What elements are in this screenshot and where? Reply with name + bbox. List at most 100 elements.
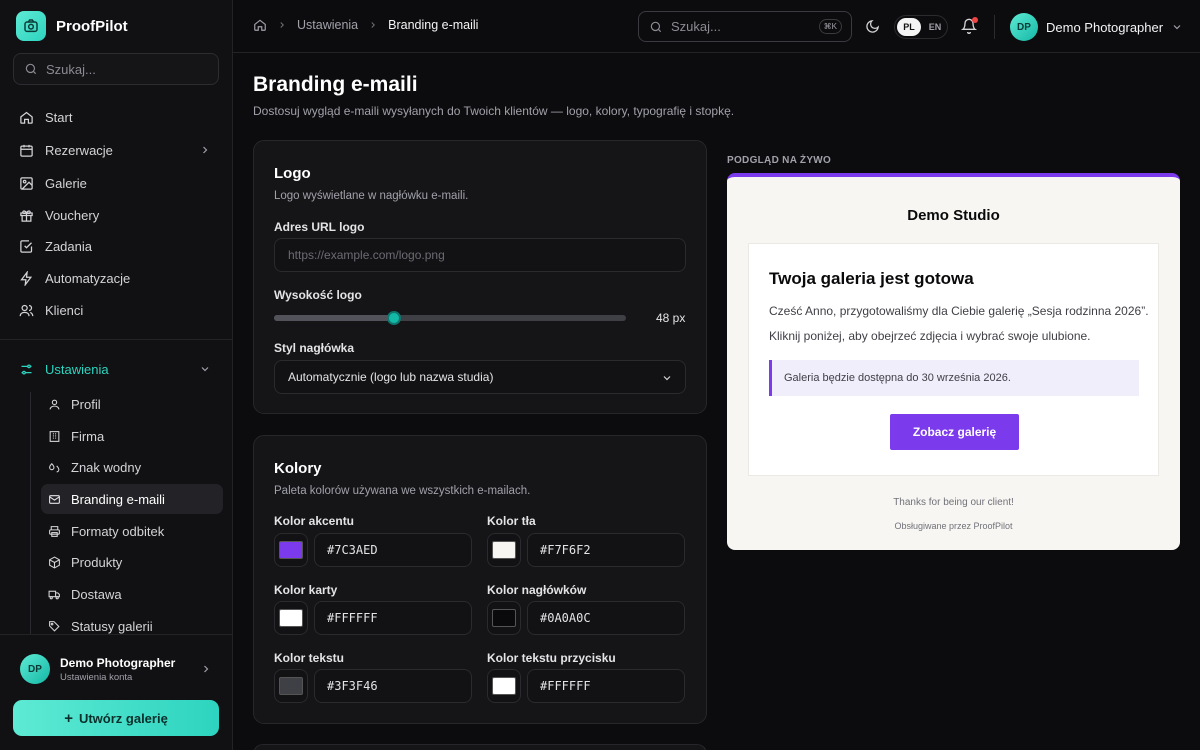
building-icon [49,430,60,442]
home-icon [20,111,33,124]
color-swatch [492,609,516,627]
color-label: Kolor akcentu [274,514,355,528]
sidebar-item-label: Rezerwacje [45,142,113,158]
color-hex-input-text[interactable]: #3F3F46 [314,669,472,703]
preview-studio-name: Demo Studio [907,207,1000,224]
header-style-select[interactable]: Automatycznie (logo lub nazwa studia) [274,360,686,394]
sidebar-subitem-produkty[interactable]: Produkty [41,547,223,577]
sidebar-item-galerie[interactable]: Galerie [13,169,219,197]
sliders-icon [21,364,32,374]
sidebar-item-vouchery[interactable]: Vouchery [13,201,219,229]
topbar: Ustawienia Branding e-maili Szukaj... ⌘K… [233,0,1200,53]
preview-heading: Twoja galeria jest gotowa [769,269,974,288]
logo-height-slider[interactable] [274,311,626,325]
color-hex-input-background[interactable]: #F7F6F2 [527,533,685,567]
sidebar-item-start[interactable]: Start [13,103,219,131]
moon-icon[interactable] [865,19,880,34]
page-subtitle: Dostosuj wygląd e-maili wysyłanych do Tw… [253,104,735,118]
sidebar-item-rezerwacje[interactable]: Rezerwacje [13,136,219,164]
preview-paragraph-1: Cześć Anno, przygotowaliśmy dla Ciebie g… [769,304,1149,318]
color-hex-input-accent[interactable]: #7C3AED [314,533,472,567]
sidebar-subitem-dostawa[interactable]: Dostawa [41,579,223,609]
lang-pl[interactable]: PL [897,18,921,36]
logo-url-placeholder: https://example.com/logo.png [288,248,445,262]
notifications-button[interactable] [960,17,978,39]
user-icon [49,399,60,409]
truck-icon [48,590,60,599]
breadcrumb-current: Branding e-maili [388,18,479,32]
subitem-label: Firma [71,428,105,444]
logo-height-value: 48 px [656,311,686,325]
subitem-label: Profil [71,396,101,412]
color-picker-accent[interactable] [274,533,308,567]
color-picker-card[interactable] [274,601,308,635]
create-gallery-button[interactable]: + Utwórz galerię [13,700,219,736]
header-style-value: Automatycznie (logo lub nazwa studia) [288,370,494,384]
preview-footer-powered: Obsługiwane przez ProofPilot [894,521,1013,531]
sidebar-item-klienci[interactable]: Klienci [13,296,219,324]
color-picker-text[interactable] [274,669,308,703]
sidebar-user-menu[interactable]: DP Demo Photographer Ustawienia konta [0,634,233,694]
language-switcher[interactable]: PL EN [894,15,948,39]
sidebar-subitem-branding-emaili[interactable]: Branding e-maili [41,484,223,514]
sidebar-item-label: Zadania [45,238,92,254]
zap-icon [20,270,33,286]
sidebar-subitem-znak-wodny[interactable]: Znak wodny [41,452,223,482]
tag-icon [49,620,60,632]
subitem-label: Branding e-maili [71,491,165,507]
color-hex-input-headings[interactable]: #0A0A0C [527,601,685,635]
notification-dot [972,17,978,23]
create-gallery-label: Utwórz galerię [78,710,168,726]
sidebar-user-name: Demo Photographer [60,656,176,670]
color-label: Kolor tekstu [274,651,345,665]
sidebar-item-zadania[interactable]: Zadania [13,232,219,260]
sidebar-item-label: Vouchery [45,207,100,223]
brand[interactable]: ProofPilot [16,11,128,41]
mail-icon [49,494,60,504]
header-style-label: Styl nagłówka [274,341,355,355]
color-hex-input-card[interactable]: #FFFFFF [314,601,472,635]
preview-footer-thanks: Thanks for being our client! [893,497,1014,508]
sidebar-search-input[interactable]: Szukaj... [13,53,219,85]
top-search-input[interactable]: Szukaj... ⌘K [638,11,852,42]
slider-thumb[interactable] [387,311,401,325]
preview-paragraph-2: Kliknij poniżej, aby obejrzeć zdjęcia i … [769,329,1091,343]
breadcrumb-ustawienia[interactable]: Ustawienia [297,18,358,32]
color-swatch [492,677,516,695]
live-preview-label: PODGLĄD NA ŻYWO [727,155,832,166]
avatar: DP [1010,13,1038,41]
next-card-edge [253,744,707,750]
search-icon [650,21,662,32]
color-swatch [492,541,516,559]
topbar-user-name: Demo Photographer [1046,19,1164,35]
sidebar-subitem-profil[interactable]: Profil [41,389,223,419]
sidebar-divider [0,339,233,340]
sidebar-subitem-firma[interactable]: Firma [41,421,223,451]
sidebar-item-automatyzacje[interactable]: Automatyzacje [13,264,219,292]
logo-url-input[interactable]: https://example.com/logo.png [274,238,686,272]
color-label: Kolor karty [274,583,338,597]
chevron-right-icon [280,22,284,28]
home-icon[interactable] [253,18,267,32]
colors-card-desc: Paleta kolorów używana we wszystkich e-m… [274,485,531,497]
color-picker-headings[interactable] [487,601,521,635]
preview-email-card: Twoja galeria jest gotowa Cześć Anno, pr… [748,243,1159,476]
sidebar-item-ustawienia[interactable]: Ustawienia [13,355,219,383]
sidebar-subitem-formaty-odbitek[interactable]: Formaty odbitek [41,516,223,546]
color-picker-button-text[interactable] [487,669,521,703]
sidebar-item-label: Galerie [45,175,87,191]
topbar-user-menu[interactable]: DP Demo Photographer [1010,13,1183,41]
sidebar-item-label: Automatyzacje [45,270,131,286]
keyboard-shortcut-badge: ⌘K [818,19,842,34]
color-hex-input-button-text[interactable]: #FFFFFF [527,669,685,703]
color-picker-background[interactable] [487,533,521,567]
check-square-icon [20,239,33,253]
lang-en[interactable]: EN [925,22,945,32]
package-icon [49,555,60,569]
logo-card-title: Logo [274,165,311,182]
chevron-down-icon [1173,25,1181,30]
color-swatch [279,609,303,627]
subitem-label: Znak wodny [71,459,142,475]
colors-card: Kolory Paleta kolorów używana we wszystk… [253,435,707,724]
breadcrumb: Ustawienia Branding e-maili [253,18,478,32]
